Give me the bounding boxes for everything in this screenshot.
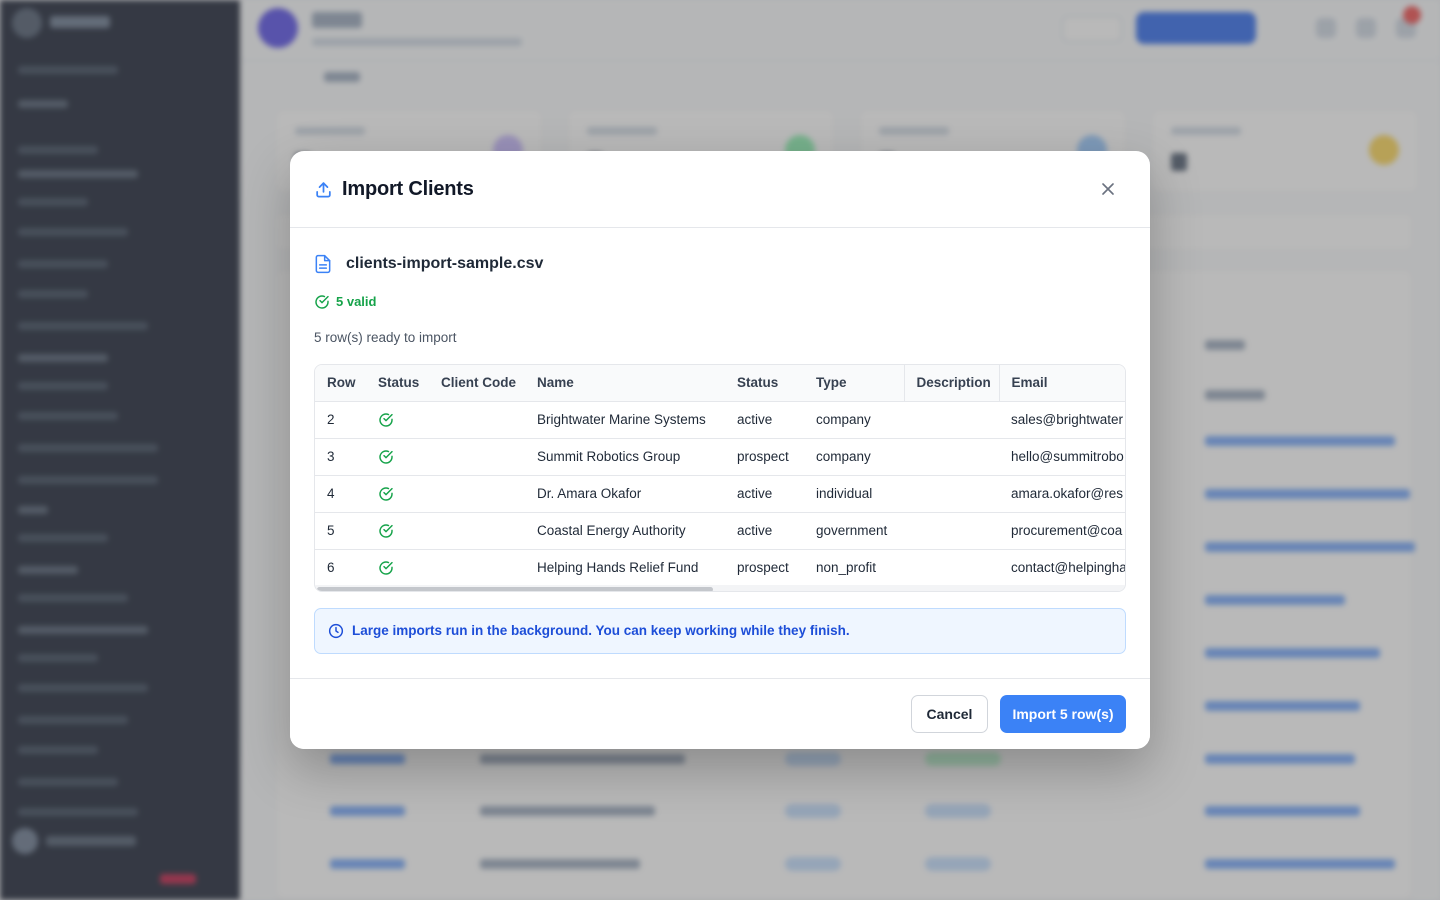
client-email: procurement@coa — [1011, 523, 1123, 538]
check-circle-icon — [379, 561, 393, 575]
client-code — [429, 549, 525, 586]
column-header-name: Name — [537, 375, 574, 391]
client-email: hello@summitrobo — [1011, 449, 1124, 464]
client-description — [904, 438, 999, 475]
client-status: prospect — [737, 449, 789, 464]
preview-table[interactable]: Row Status Client Code Name Status Type … — [314, 364, 1126, 592]
row-status — [366, 438, 429, 475]
client-code — [429, 475, 525, 512]
table-row: 3 Summit Robotics Group prospect company… — [315, 438, 1125, 475]
check-circle-icon — [379, 487, 393, 501]
client-email: sales@brightwater — [1011, 412, 1124, 427]
import-button[interactable]: Import 5 row(s) — [1000, 695, 1126, 733]
file-name: clients-import-sample.csv — [346, 255, 544, 272]
row-status — [366, 475, 429, 512]
client-description — [904, 475, 999, 512]
client-type: individual — [816, 486, 873, 501]
column-header-row: Row — [327, 375, 356, 391]
upload-icon — [316, 182, 331, 198]
client-status: active — [737, 412, 773, 427]
row-status — [366, 512, 429, 549]
info-text: Large imports run in the background. You… — [352, 623, 850, 638]
column-header-type: Type — [816, 375, 847, 391]
check-circle-icon — [315, 295, 329, 309]
column-header-description: Description — [903, 365, 1000, 401]
client-code — [429, 401, 525, 438]
row-status — [366, 549, 429, 586]
client-status: prospect — [737, 560, 789, 576]
row-number: 3 — [327, 449, 335, 464]
client-status: active — [737, 486, 773, 501]
client-email: amara.okafor@res — [1011, 486, 1123, 501]
client-type: company — [816, 412, 871, 427]
dialog-footer: Cancel Import 5 row(s) — [290, 678, 1150, 749]
check-circle-icon — [379, 524, 393, 538]
table-row: 5 Coastal Energy Authority active govern… — [315, 512, 1125, 549]
client-type: non_profit — [816, 560, 877, 576]
client-type: company — [816, 449, 871, 464]
column-header-status: Status — [378, 375, 420, 391]
scrollbar-thumb[interactable] — [317, 587, 713, 591]
dialog-title: Import Clients — [342, 178, 474, 200]
client-name: Brightwater Marine Systems — [537, 412, 706, 427]
client-description — [904, 549, 999, 586]
client-code — [429, 512, 525, 549]
client-name: Dr. Amara Okafor — [537, 486, 642, 501]
import-clients-dialog: Import Clients clients-import-sample.csv… — [290, 151, 1150, 749]
row-number: 5 — [327, 523, 335, 538]
client-email: contact@helpingha — [1011, 560, 1126, 576]
client-name: Summit Robotics Group — [537, 449, 681, 464]
row-status — [366, 401, 429, 438]
info-banner: Large imports run in the background. You… — [314, 608, 1126, 654]
table-row: 4 Dr. Amara Okafor active individual ama… — [315, 475, 1125, 512]
dialog-header: Import Clients — [290, 151, 1150, 228]
client-name: Helping Hands Relief Fund — [537, 560, 699, 576]
column-header-email: Email — [1011, 375, 1048, 391]
clock-icon — [328, 623, 344, 639]
client-name: Coastal Energy Authority — [537, 523, 686, 538]
valid-count: 5 valid — [336, 294, 377, 309]
row-number: 2 — [327, 412, 335, 427]
column-header-client-code: Client Code — [441, 375, 517, 391]
check-circle-icon — [379, 413, 393, 427]
row-number: 4 — [327, 486, 335, 501]
table-row: 2 Brightwater Marine Systems active comp… — [315, 401, 1125, 438]
table-header-row: Row Status Client Code Name Status Type … — [315, 365, 1125, 401]
ready-summary: 5 row(s) ready to import — [314, 330, 457, 345]
check-circle-icon — [379, 450, 393, 464]
table-row: 6 Helping Hands Relief Fund prospect non… — [315, 549, 1126, 586]
client-type: government — [816, 523, 888, 538]
row-number: 6 — [327, 560, 335, 576]
file-icon — [315, 254, 331, 274]
client-description — [904, 512, 999, 549]
column-header-client-status: Status — [737, 375, 779, 391]
client-description — [904, 401, 999, 438]
client-code — [429, 438, 525, 475]
close-icon[interactable] — [1098, 179, 1118, 199]
client-status: active — [737, 523, 773, 538]
cancel-button[interactable]: Cancel — [911, 695, 988, 733]
